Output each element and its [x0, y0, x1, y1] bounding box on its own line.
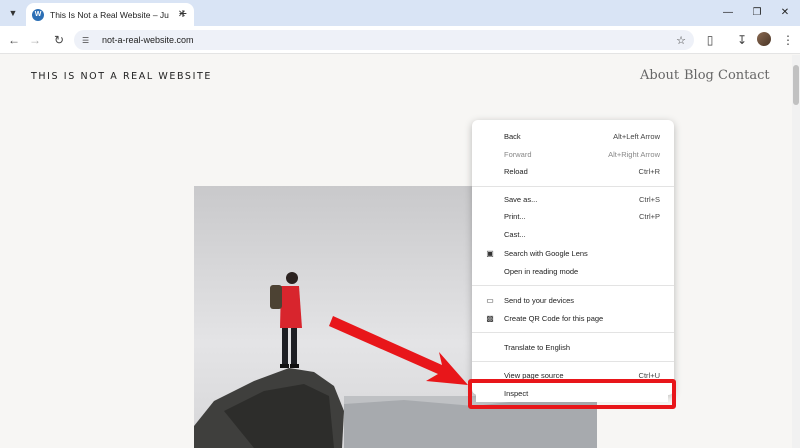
menu-item-inspect[interactable]: Inspect — [476, 385, 668, 402]
menu-item-translate[interactable]: Translate to English — [472, 339, 674, 356]
context-menu: Back Alt+Left Arrow Forward Alt+Right Ar… — [472, 120, 674, 395]
menu-item-print[interactable]: Print... Ctrl+P — [472, 208, 674, 225]
red-arrow-annotation — [329, 316, 468, 385]
menu-item-forward[interactable]: Forward Alt+Right Arrow — [472, 146, 674, 163]
menu-item-save-as[interactable]: Save as... Ctrl+S — [472, 191, 674, 208]
menu-item-reload[interactable]: Reload Ctrl+R — [472, 163, 674, 180]
menu-item-back[interactable]: Back Alt+Left Arrow — [472, 128, 674, 145]
menu-item-send-devices[interactable]: ▭ Send to your devices — [472, 292, 674, 309]
menu-item-qr-code[interactable]: ▩ Create QR Code for this page — [472, 310, 674, 327]
menu-separator — [472, 186, 674, 187]
menu-separator — [472, 285, 674, 286]
menu-item-search-lens[interactable]: ▣ Search with Google Lens — [472, 245, 674, 262]
menu-item-reading-mode[interactable]: Open in reading mode — [472, 263, 674, 280]
lens-icon: ▣ — [486, 248, 494, 258]
qr-code-icon: ▩ — [486, 313, 494, 323]
menu-separator — [472, 332, 674, 333]
devices-icon: ▭ — [486, 295, 494, 305]
menu-separator — [472, 361, 674, 362]
menu-item-cast[interactable]: Cast... — [472, 226, 674, 243]
